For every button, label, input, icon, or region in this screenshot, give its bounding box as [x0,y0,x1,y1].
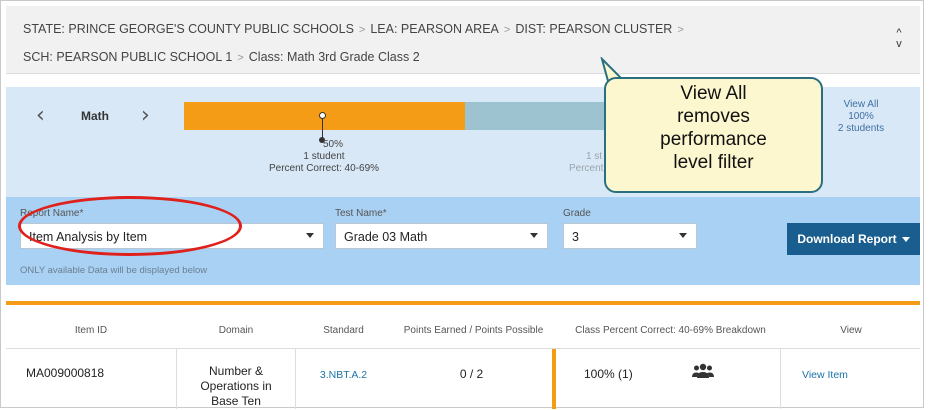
breadcrumb: STATE: PRINCE GEORGE'S COUNTY PUBLIC SCH… [6,6,920,74]
class-percent-cell: 100% (1) [560,349,781,409]
header-view: View [840,325,862,336]
view-all-callout: View All removes performance level filte… [604,77,823,193]
crumb-class[interactable]: Class: Math 3rd Grade Class 2 [249,50,420,64]
download-report-label: Download Report [797,232,897,246]
caret-down-icon [679,233,687,238]
segment-1-label: 50% 1 student Percent Correct: 40-69% [244,139,404,175]
domain-line: Operations in [200,379,272,393]
standard-link[interactable]: 3.NBT.A.2 [296,349,391,409]
crumb-lea[interactable]: LEA: PEARSON AREA [370,22,499,36]
grade-select[interactable]: 3 [563,223,697,249]
callout-line: performance [660,129,767,150]
students-group-icon[interactable] [692,363,714,379]
view-all-label: View All [843,99,879,110]
header-domain: Domain [218,325,254,336]
table-header: Item ID Domain Standard Points Earned / … [6,305,920,349]
test-name-label: Test Name* [335,208,387,219]
caret-down-icon [530,233,538,238]
crumb-district[interactable]: DIST: PEARSON CLUSTER [515,22,672,36]
report-name-select[interactable]: Item Analysis by Item [20,223,324,249]
chevron-right-icon[interactable]: › [141,103,150,128]
breadcrumb-line-2: SCH: PEARSON PUBLIC SCHOOL 1 > Class: Math… [23,50,420,64]
caret-down-icon [306,233,314,238]
domain-cell: Number & Operations in Base Ten [176,349,296,409]
crumb-separator: > [503,24,511,36]
subject-label: Math [81,109,109,123]
report-name-value: Item Analysis by Item [29,230,148,244]
header-points: Points Earned / Points Possible [403,325,544,336]
grade-value: 3 [572,230,579,244]
crumb-separator: > [677,24,684,36]
chevron-left-icon[interactable]: ‹ [36,103,45,128]
test-name-select[interactable]: Grade 03 Math [335,223,548,249]
points-cell: 0 / 2 [391,349,556,409]
callout-line: View All [680,83,747,104]
filter-bar: Report Name* Item Analysis by Item Test … [6,197,920,285]
chevron-down-icon: v [896,38,902,50]
segment-1-students: 1 student [303,151,345,162]
crumb-school[interactable]: SCH: PEARSON PUBLIC SCHOOL 1 [23,50,232,64]
segment-1-percent: 50% [322,139,343,150]
report-name-label: Report Name* [20,208,84,219]
segment-marker-dot [319,112,326,119]
header-standard: Standard [323,325,364,336]
domain-line: Number & [208,364,264,378]
download-report-button[interactable]: Download Report [787,223,920,255]
item-id-cell: MA009000818 [26,366,105,380]
table-row: MA009000818 Number & Operations in Base … [6,349,920,409]
view-all-button[interactable]: View All 100% 2 students [816,99,906,135]
grade-label: Grade [563,208,591,219]
caret-down-icon [901,237,910,243]
report-window: STATE: PRINCE GEORGE'S COUNTY PUBLIC SCH… [0,0,924,409]
breadcrumb-line-1: STATE: PRINCE GEORGE'S COUNTY PUBLIC SCH… [23,22,689,36]
domain-line: Base Ten [211,394,261,408]
view-item-link[interactable]: View Item [782,349,920,409]
callout-line: removes [677,106,750,127]
collapse-toggle-button[interactable]: ^ v [892,28,906,52]
crumb-separator: > [237,52,244,64]
available-data-note: ONLY available Data will be displayed be… [20,265,208,276]
segment-1-range: Percent Correct: 40-69% [268,163,380,174]
header-item-id: Item ID [74,325,108,336]
class-percent-value: 100% (1) [584,367,633,381]
header-class-percent: Class Percent Correct: 40-69% Breakdown [575,325,766,336]
view-all-students: 2 students [837,123,885,134]
crumb-separator: > [358,24,366,36]
view-all-percent: 100% [848,111,874,122]
test-name-value: Grade 03 Math [344,230,428,244]
callout-line: level filter [673,152,754,173]
crumb-state[interactable]: STATE: PRINCE GEORGE'S COUNTY PUBLIC SCH… [23,22,354,36]
